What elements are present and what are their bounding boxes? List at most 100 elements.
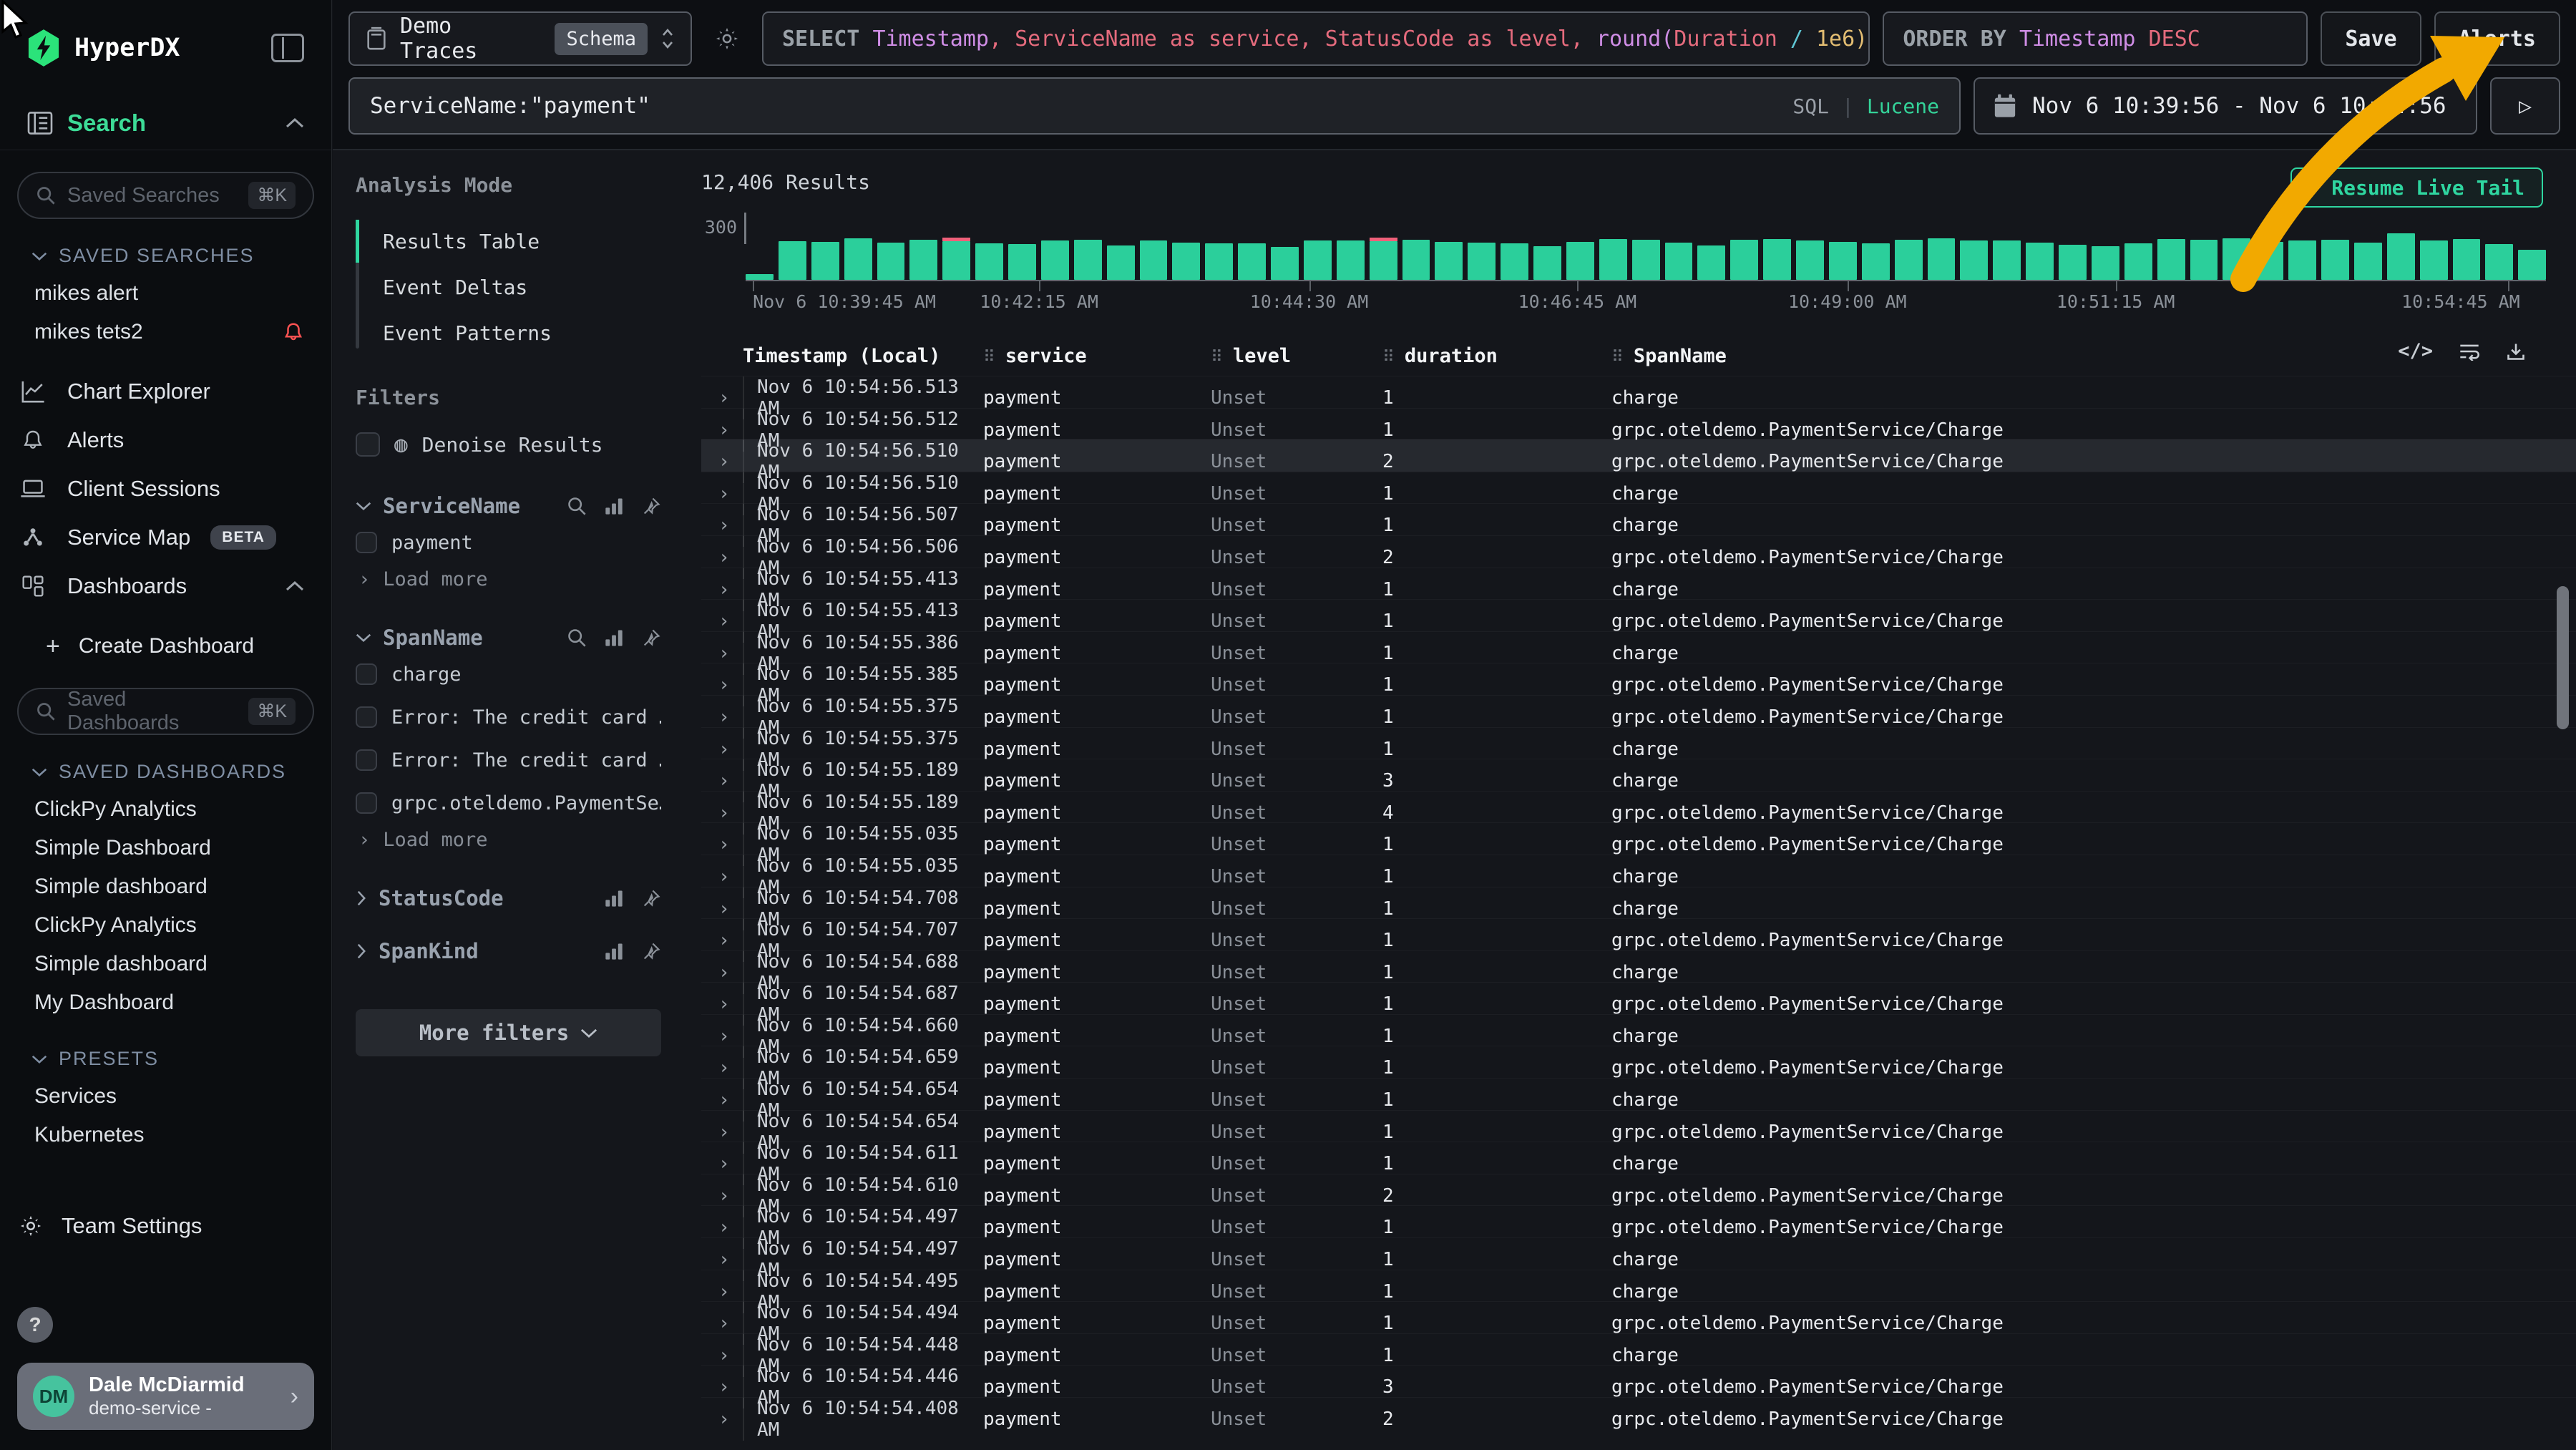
dashboard-item[interactable]: Simple Dashboard [17, 829, 314, 867]
presets-section[interactable]: PRESETS [17, 1048, 314, 1070]
histogram-bar[interactable] [1140, 240, 1168, 280]
row-expand-icon[interactable]: › [701, 451, 743, 472]
wrap-lines-icon[interactable] [2459, 342, 2480, 361]
histogram-bar[interactable] [2124, 243, 2152, 280]
histogram-bar[interactable] [1763, 239, 1791, 280]
table-row[interactable]: › Nov 6 10:54:54.494 AM payment Unset 1 … [701, 1301, 2576, 1333]
order-by-input[interactable]: ORDER BY Timestamp DESC [1883, 11, 2308, 66]
table-row[interactable]: › Nov 6 10:54:55.413 AM payment Unset 1 … [701, 568, 2576, 600]
row-expand-icon[interactable]: › [701, 515, 743, 536]
table-row[interactable]: › Nov 6 10:54:54.446 AM payment Unset 3 … [701, 1365, 2576, 1397]
histogram-bar[interactable] [1501, 243, 1528, 280]
filter-chart-icon[interactable] [604, 942, 624, 960]
denoise-results-toggle[interactable]: ◍ Denoise Results [356, 424, 661, 465]
checkbox[interactable] [356, 432, 380, 457]
row-expand-icon[interactable]: › [701, 1121, 743, 1143]
histogram-bar[interactable] [909, 240, 937, 280]
histogram-bar[interactable] [1829, 242, 1857, 280]
filter-pin-icon[interactable] [641, 628, 661, 648]
sidebar-collapse-icon[interactable] [271, 34, 304, 62]
analysis-mode-item[interactable]: Event Patterns [356, 310, 661, 356]
drag-handle-icon[interactable]: ⠿ [1211, 348, 1223, 366]
row-expand-icon[interactable]: › [701, 770, 743, 792]
row-expand-icon[interactable]: › [701, 834, 743, 855]
chevron-up-icon[interactable] [286, 580, 304, 592]
preset-item[interactable]: Kubernetes [17, 1116, 314, 1154]
table-row[interactable]: › Nov 6 10:54:54.659 AM payment Unset 1 … [701, 1046, 2576, 1078]
histogram-bar[interactable] [1435, 242, 1463, 280]
saved-search-item[interactable]: mikes alert [17, 274, 314, 313]
row-expand-icon[interactable]: › [701, 739, 743, 760]
histogram-bar[interactable] [1008, 244, 1036, 280]
download-icon[interactable] [2506, 341, 2526, 361]
load-more-button[interactable]: › Load more [356, 561, 661, 597]
table-row[interactable]: › Nov 6 10:54:55.385 AM payment Unset 1 … [701, 663, 2576, 695]
table-row[interactable]: › Nov 6 10:54:54.497 AM payment Unset 1 … [701, 1205, 2576, 1237]
table-row[interactable]: › Nov 6 10:54:55.035 AM payment Unset 1 … [701, 822, 2576, 855]
chevron-up-icon[interactable] [286, 117, 304, 129]
histogram-bar[interactable] [2157, 239, 2185, 280]
run-query-button[interactable]: ▷ [2490, 77, 2560, 135]
histogram-bar[interactable] [1928, 238, 1956, 280]
histogram-bar[interactable] [746, 274, 774, 280]
row-expand-icon[interactable]: › [701, 930, 743, 951]
saved-searches-input[interactable]: Saved Searches ⌘K [17, 172, 314, 219]
histogram-bar[interactable] [1632, 240, 1660, 280]
filter-option[interactable]: charge [356, 656, 661, 693]
dashboard-item[interactable]: Simple dashboard [17, 867, 314, 906]
row-expand-icon[interactable]: › [701, 643, 743, 664]
sidebar-item-chart-explorer[interactable]: Chart Explorer [17, 367, 314, 416]
scrollbar-thumb[interactable] [2557, 586, 2569, 729]
histogram-bar[interactable] [1796, 240, 1824, 280]
histogram-bar[interactable] [877, 243, 905, 280]
table-row[interactable]: › Nov 6 10:54:56.513 AM payment Unset 1 … [701, 376, 2576, 408]
filter-group-header[interactable]: SpanKind [356, 939, 661, 963]
table-row[interactable]: › Nov 6 10:54:54.610 AM payment Unset 2 … [701, 1174, 2576, 1206]
histogram-bar[interactable] [1074, 240, 1102, 280]
histogram-bar[interactable] [1895, 240, 1923, 280]
row-expand-icon[interactable]: › [701, 866, 743, 887]
table-row[interactable]: › Nov 6 10:54:54.654 AM payment Unset 1 … [701, 1110, 2576, 1142]
histogram-bar[interactable] [1271, 247, 1299, 280]
row-expand-icon[interactable]: › [701, 610, 743, 632]
table-row[interactable]: › Nov 6 10:54:55.035 AM payment Unset 1 … [701, 855, 2576, 887]
row-expand-icon[interactable]: › [701, 898, 743, 920]
filter-group-header[interactable]: SpanName [356, 626, 661, 650]
filter-group-header[interactable]: StatusCode [356, 886, 661, 910]
histogram-bar[interactable] [844, 238, 872, 280]
table-row[interactable]: › Nov 6 10:54:54.611 AM payment Unset 1 … [701, 1142, 2576, 1174]
table-row[interactable]: › Nov 6 10:54:54.408 AM payment Unset 2 … [701, 1397, 2576, 1429]
brand[interactable]: HyperDX [27, 29, 180, 67]
dashboard-item[interactable]: ClickPy Analytics [17, 790, 314, 829]
table-row[interactable]: › Nov 6 10:54:54.448 AM payment Unset 1 … [701, 1333, 2576, 1366]
histogram-bar[interactable] [1238, 243, 1266, 280]
more-filters-button[interactable]: More filters [356, 1009, 661, 1056]
table-row[interactable]: › Nov 6 10:54:54.660 AM payment Unset 1 … [701, 1014, 2576, 1046]
saved-search-item[interactable]: mikes tets2 [17, 313, 314, 351]
col-service[interactable]: ⠿service [983, 345, 1211, 367]
filter-search-icon[interactable] [567, 628, 587, 648]
filter-option[interactable]: Error: The credit card … [356, 699, 661, 736]
histogram-bar[interactable] [1172, 243, 1200, 280]
table-row[interactable]: › Nov 6 10:54:55.413 AM payment Unset 1 … [701, 599, 2576, 631]
row-expand-icon[interactable]: › [701, 962, 743, 983]
lucene-mode-toggle[interactable]: Lucene [1867, 94, 1939, 118]
analysis-mode-item[interactable]: Event Deltas [356, 264, 661, 310]
histogram-bar[interactable] [1041, 240, 1069, 280]
filter-pin-icon[interactable] [641, 496, 661, 516]
saved-dashboards-section[interactable]: SAVED DASHBOARDS [17, 761, 314, 783]
checkbox[interactable] [356, 792, 377, 814]
checkbox[interactable] [356, 749, 377, 771]
select-clause-input[interactable]: SELECT Timestamp, ServiceName as service… [762, 11, 1870, 66]
row-expand-icon[interactable]: › [701, 1313, 743, 1334]
histogram-bar[interactable] [2255, 242, 2283, 280]
table-row[interactable]: › Nov 6 10:54:54.707 AM payment Unset 1 … [701, 918, 2576, 950]
histogram-bar[interactable] [975, 243, 1003, 280]
filter-pin-icon[interactable] [641, 888, 661, 908]
table-row[interactable]: › Nov 6 10:54:56.506 AM payment Unset 2 … [701, 535, 2576, 568]
sidebar-item-client-sessions[interactable]: Client Sessions [17, 464, 314, 513]
drag-handle-icon[interactable]: ⠿ [1611, 348, 1624, 366]
histogram-bar[interactable] [2453, 239, 2481, 280]
alerts-button[interactable]: Alerts [2434, 11, 2560, 66]
histogram-bar[interactable] [1862, 243, 1890, 280]
